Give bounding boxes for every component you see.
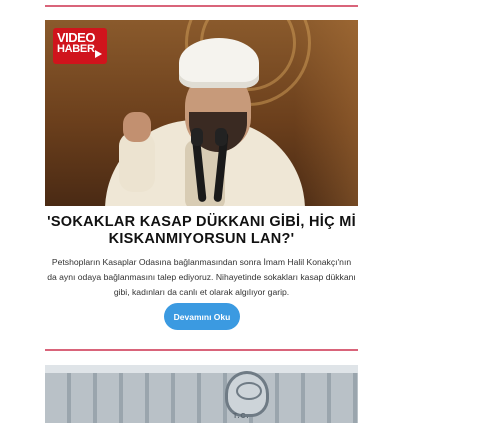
video-haber-badge: VIDEO HABER (53, 28, 107, 64)
microphone-left-head (191, 128, 203, 146)
emblem-icon (225, 371, 269, 417)
person-fist (123, 112, 151, 142)
top-divider (45, 5, 358, 7)
building-facade (45, 373, 358, 423)
read-more-button[interactable]: Devamını Oku (164, 303, 240, 330)
article-divider (45, 349, 358, 351)
next-article-image[interactable]: T.C. (45, 365, 358, 423)
emblem-text: T.C. (233, 413, 250, 420)
article-summary: Petshopların Kasaplar Odasına bağlanması… (47, 257, 356, 298)
emblem-inner (236, 382, 262, 400)
article-image[interactable]: VIDEO HABER (45, 20, 358, 206)
microphone-right-head (215, 128, 227, 146)
play-icon (95, 50, 102, 58)
person-turban (179, 38, 259, 88)
article-headline[interactable]: 'SOKAKLAR KASAP DÜKKANI GİBİ, HİÇ Mİ KIS… (45, 214, 358, 248)
